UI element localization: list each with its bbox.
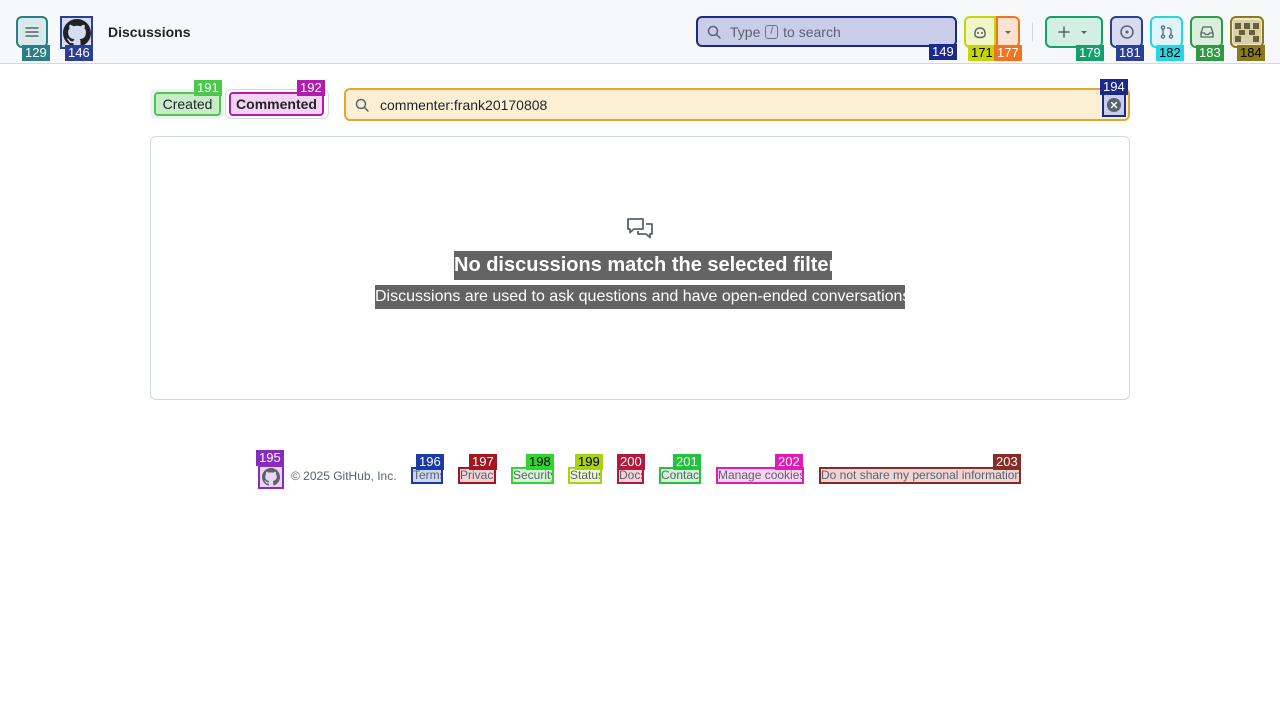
comment-discussion-icon	[627, 218, 653, 239]
issues-button[interactable]	[1110, 16, 1143, 48]
tag-copilot: 171	[968, 45, 994, 61]
tag-menu: 129	[22, 45, 50, 61]
tag-footer-logo: 195	[256, 450, 284, 466]
app-header: 129 146 Discussions Type / to search 149…	[0, 0, 1280, 64]
tag-avatar: 184	[1237, 45, 1265, 61]
search-shortcut-key: /	[765, 24, 779, 39]
x-circle-fill-icon	[1107, 98, 1121, 112]
blank-state-description: Discussions are used to ask questions an…	[375, 285, 915, 309]
tag-commented: 192	[297, 80, 325, 96]
footer-link-do-not-share[interactable]: Do not share my personal information	[819, 467, 1021, 484]
tag-issues: 181	[1116, 45, 1144, 61]
discussion-filter-input[interactable]: commenter:frank20170808	[344, 88, 1130, 121]
tag-copilot-dropdown: 177	[994, 45, 1022, 61]
tag-terms: 196	[416, 454, 444, 470]
tag-create: 179	[1076, 45, 1104, 61]
footer-github-logo[interactable]	[258, 465, 284, 489]
user-avatar-button[interactable]	[1230, 16, 1264, 48]
tag-cookies: 202	[775, 454, 803, 470]
github-logo-icon	[262, 468, 280, 486]
footer-copyright: © 2025 GitHub, Inc.	[291, 469, 397, 483]
search-placeholder: Type / to search	[730, 23, 841, 40]
tag-donotshare: 203	[993, 454, 1021, 470]
copilot-icon	[974, 27, 986, 39]
pull-requests-button[interactable]	[1150, 16, 1183, 48]
tag-privacy: 197	[469, 454, 497, 470]
tag-created: 191	[194, 80, 222, 96]
clear-filter-button[interactable]	[1102, 93, 1126, 117]
tag-docs: 200	[617, 454, 645, 470]
tag-contact: 201	[673, 454, 701, 470]
git-pull-request-icon	[1160, 25, 1173, 39]
tag-inbox: 183	[1196, 45, 1224, 61]
page-title: Discussions	[108, 24, 191, 40]
tag-status: 199	[575, 454, 603, 470]
blank-state-title: No discussions match the selected filter…	[454, 251, 853, 280]
copilot-dropdown-button[interactable]	[996, 16, 1020, 48]
filter-query-text: commenter:frank20170808	[380, 96, 548, 113]
create-new-button[interactable]	[1045, 16, 1103, 48]
tag-security: 198	[526, 454, 554, 470]
search-input[interactable]: Type / to search	[696, 16, 957, 47]
search-icon	[707, 25, 721, 39]
hamburger-icon	[25, 27, 39, 37]
inbox-button[interactable]	[1190, 16, 1223, 48]
avatar-image	[1233, 20, 1261, 44]
tag-logo: 146	[65, 45, 93, 61]
menu-button[interactable]	[16, 16, 48, 48]
issue-opened-icon	[1119, 25, 1134, 39]
tag-search: 149	[929, 44, 957, 60]
header-divider	[1032, 22, 1033, 42]
inbox-icon	[1199, 26, 1214, 38]
tag-clear: 194	[1100, 79, 1128, 95]
triangle-down-icon	[1005, 31, 1011, 34]
plus-icon	[1058, 26, 1070, 38]
github-logo-icon	[62, 18, 91, 46]
search-icon	[355, 98, 369, 112]
copilot-button[interactable]	[964, 16, 996, 48]
triangle-down-icon	[1081, 31, 1087, 34]
tag-prs: 182	[1156, 45, 1184, 61]
